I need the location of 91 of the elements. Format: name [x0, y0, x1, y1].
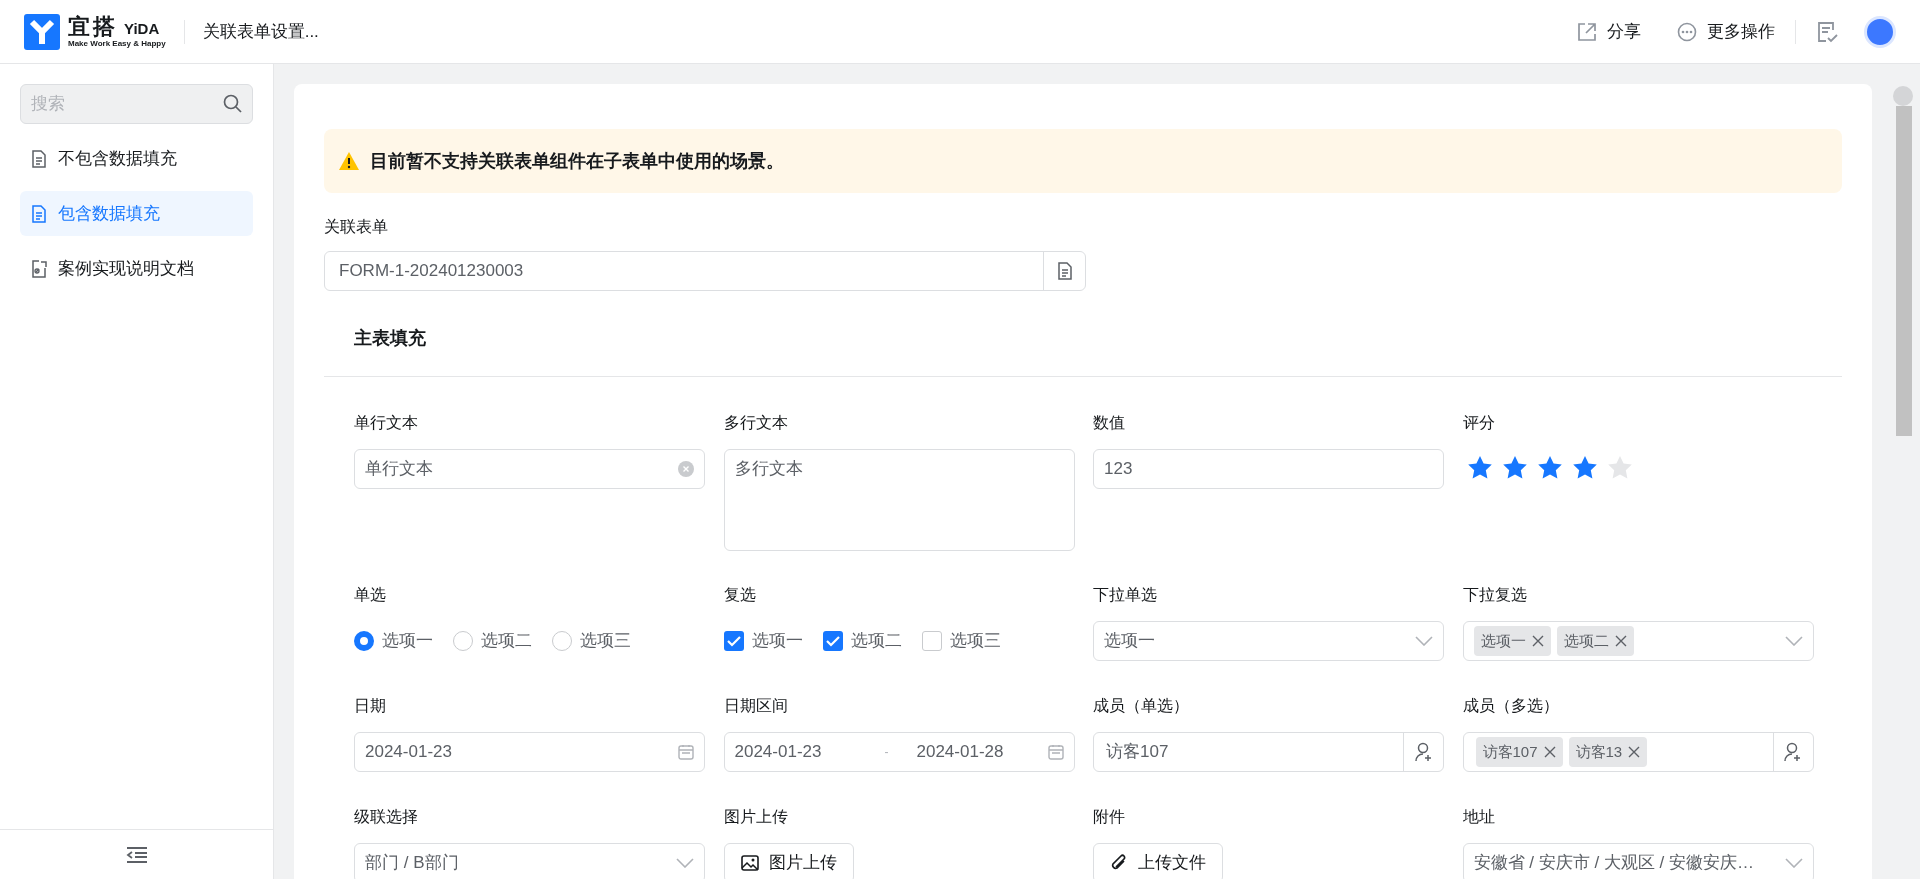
number-input[interactable]: 123: [1093, 449, 1444, 489]
multi-member-field[interactable]: 访客107 访客13: [1462, 732, 1814, 772]
select-field[interactable]: 部门 / B部门: [354, 843, 705, 879]
field-label: 关联表单: [324, 217, 389, 237]
select-field[interactable]: 安徽省 / 安庆市 / 大观区 / 安徽安庆…: [1462, 843, 1814, 879]
field-label: 成员（多选）: [1462, 696, 1560, 716]
chevron-down-icon: [1415, 636, 1433, 646]
add-person-icon: [1414, 742, 1433, 762]
checkbox[interactable]: [921, 631, 942, 651]
field-label: 图片上传: [723, 807, 789, 827]
radio-option[interactable]: 选项一: [354, 628, 433, 654]
field-label: 单选: [354, 585, 387, 605]
checkbox-option[interactable]: 选项三: [921, 628, 1001, 654]
image-upload-button[interactable]: 图片上传: [723, 843, 854, 879]
checkbox[interactable]: [723, 631, 744, 651]
checklist-icon[interactable]: [1816, 19, 1838, 44]
sidebar-item[interactable]: 不包含数据填充: [20, 136, 253, 181]
check-icon: [825, 635, 840, 647]
field-label: 数值: [1093, 413, 1126, 433]
avatar[interactable]: [1864, 15, 1896, 48]
textarea-input[interactable]: 多行文本: [723, 449, 1075, 551]
checkbox-option[interactable]: 选项二: [822, 628, 902, 654]
warning-text: 目前暂不支持关联表单组件在子表单中使用的场景。: [370, 149, 784, 173]
more-icon: [1677, 21, 1697, 42]
field-label: 级联选择: [354, 807, 419, 827]
star-icon: [1606, 455, 1633, 480]
remove-icon[interactable]: [1531, 635, 1544, 647]
radio-button[interactable]: [354, 631, 374, 651]
logo-name: 宜搭: [68, 15, 118, 38]
star-icon: [1501, 455, 1528, 480]
radio-option[interactable]: 选项三: [552, 628, 631, 654]
remove-icon[interactable]: [1543, 746, 1556, 758]
check-icon: [726, 635, 741, 647]
field-label: 成员（单选）: [1093, 696, 1190, 716]
remove-icon[interactable]: [1628, 746, 1641, 758]
radio-option[interactable]: 选项二: [453, 628, 532, 654]
remove-icon[interactable]: [1614, 635, 1627, 647]
checkbox[interactable]: [822, 631, 843, 651]
calendar-icon: [678, 744, 694, 760]
field-label: 地址: [1462, 807, 1496, 827]
page-title: 关联表单设置...: [202, 20, 319, 43]
chevron-down-icon: [1784, 858, 1803, 868]
tag: 选项二: [1556, 626, 1634, 656]
paperclip-icon: [1110, 854, 1128, 872]
add-person-icon: [1784, 742, 1802, 762]
warning-icon: [338, 151, 360, 171]
document-icon: [1056, 262, 1073, 280]
tag: 选项一: [1473, 626, 1551, 656]
search-icon[interactable]: [223, 94, 243, 114]
document-icon: [30, 149, 48, 168]
field-label: 日期区间: [723, 696, 789, 716]
related-form-field[interactable]: FORM-1-202401230003: [324, 251, 1086, 291]
field-label: 复选: [723, 585, 757, 605]
select-field[interactable]: 选项一: [1093, 621, 1444, 661]
member-field[interactable]: 访客107: [1093, 732, 1444, 772]
star-icon: [1466, 455, 1493, 480]
file-upload-button[interactable]: 上传文件: [1093, 843, 1223, 879]
image-icon: [740, 854, 759, 872]
logo-icon: [24, 13, 60, 50]
sidebar-item[interactable]: 包含数据填充: [20, 191, 253, 236]
more-actions-button[interactable]: 更多操作: [1677, 18, 1775, 45]
chevron-down-icon: [1784, 636, 1803, 646]
chevron-down-icon: [676, 858, 694, 868]
field-label: 单行文本: [354, 413, 419, 433]
date-field[interactable]: 2024-01-23: [354, 732, 705, 772]
checkbox-option[interactable]: 选项一: [723, 628, 803, 654]
search-field[interactable]: 搜索: [20, 84, 253, 124]
field-label: 多行文本: [723, 413, 789, 433]
field-label: 附件: [1093, 807, 1126, 827]
section-title: 主表填充: [354, 327, 426, 350]
field-label: 下拉复选: [1462, 585, 1528, 605]
share-button[interactable]: 分享: [1577, 18, 1641, 45]
collapse-menu-icon[interactable]: [124, 844, 149, 865]
multi-select-field[interactable]: 选项一 选项二: [1462, 621, 1814, 661]
document-link-icon: [30, 259, 48, 278]
share-icon: [1577, 21, 1597, 42]
document-icon: [30, 204, 48, 223]
field-label: 下拉单选: [1093, 585, 1158, 605]
scrollbar[interactable]: [1892, 84, 1914, 438]
field-label: 评分: [1462, 413, 1496, 433]
tag: 访客13: [1568, 737, 1648, 767]
calendar-icon: [1047, 744, 1064, 760]
field-label: 日期: [354, 696, 387, 716]
date-range-field[interactable]: 2024-01-23 - 2024-01-28: [723, 732, 1075, 772]
sidebar-item[interactable]: 案例实现说明文档: [20, 246, 253, 291]
text-input[interactable]: 单行文本: [354, 449, 705, 489]
star-icon: [1571, 455, 1598, 480]
logo-brand: YiDA: [124, 20, 160, 36]
logo-slogan: Make Work Easy & Happy: [68, 39, 166, 48]
star-icon: [1536, 455, 1563, 480]
tag: 访客107: [1475, 737, 1563, 767]
